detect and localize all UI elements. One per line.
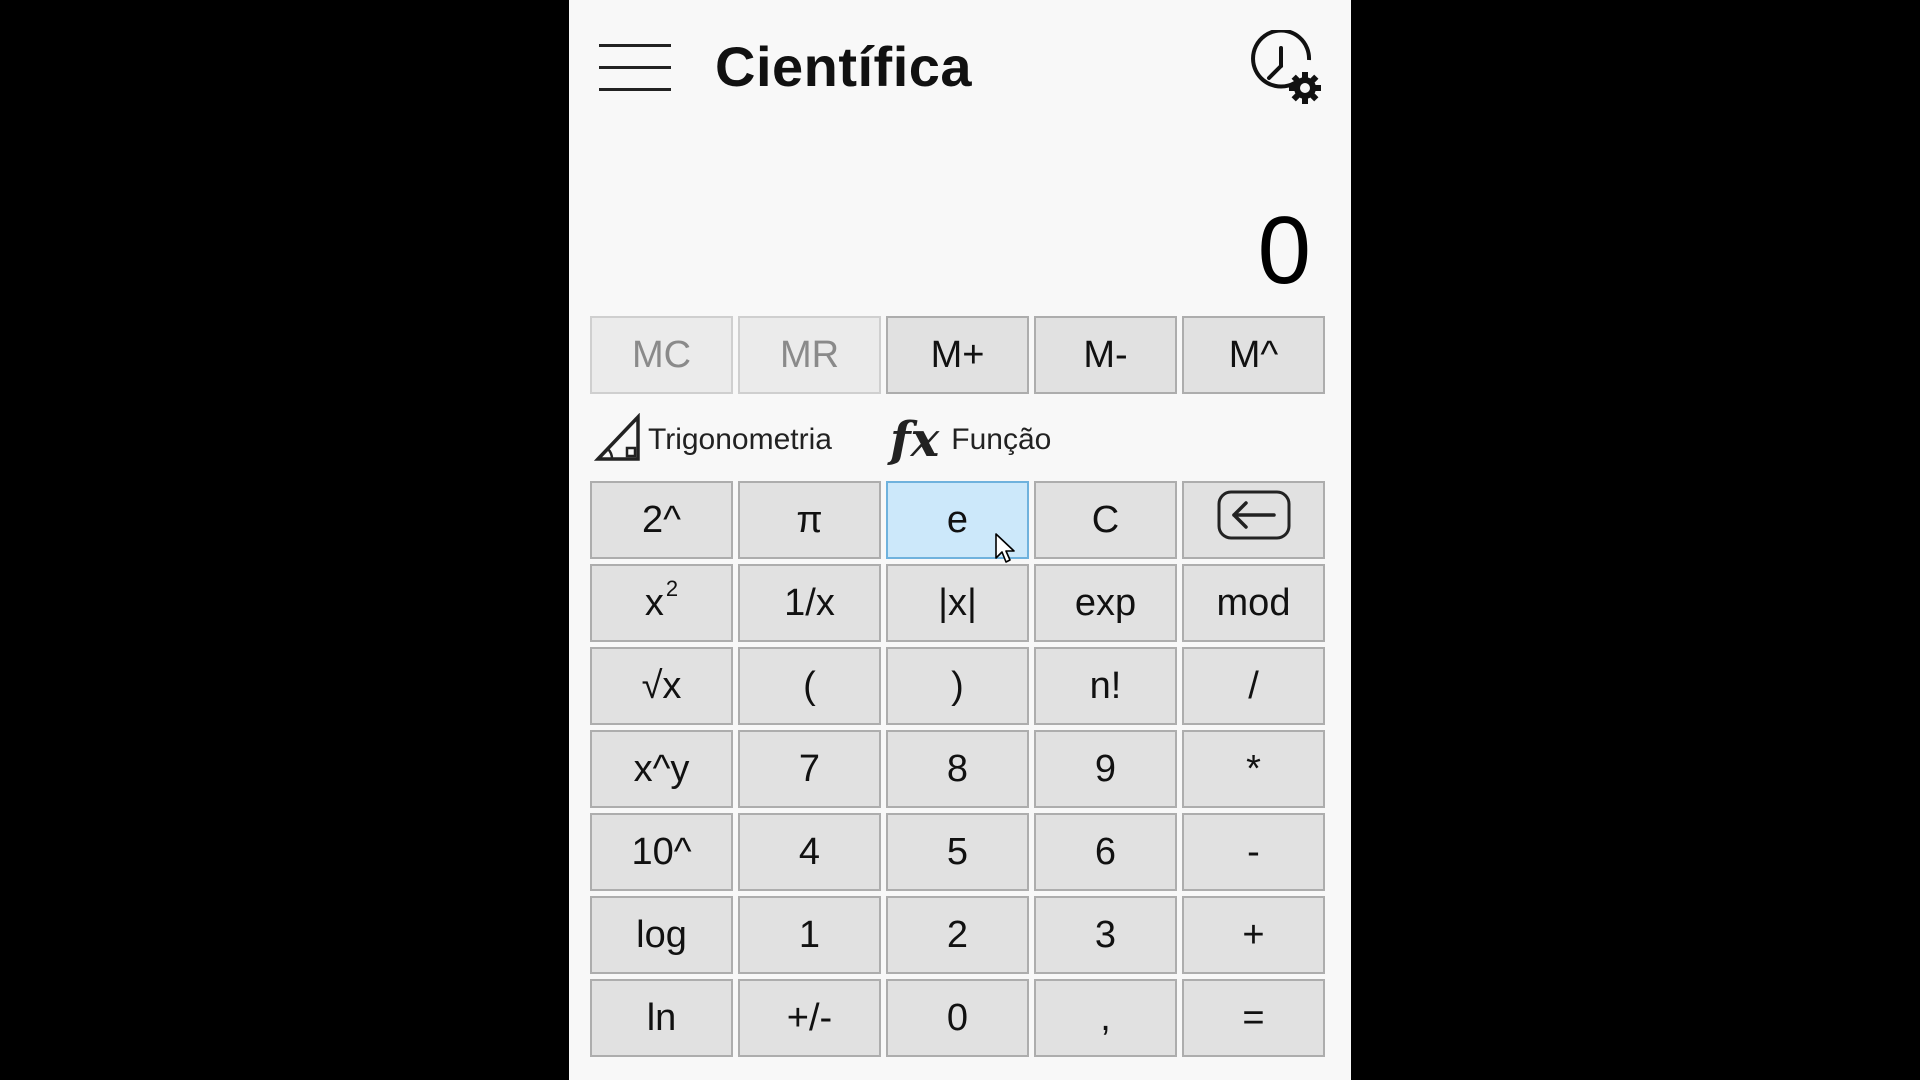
digit-9-button[interactable]: 9: [1034, 730, 1177, 808]
memory-clear-button[interactable]: MC: [590, 316, 733, 394]
divide-button[interactable]: /: [1182, 647, 1325, 725]
digit-5-button[interactable]: 5: [886, 813, 1029, 891]
power-of-ten-button[interactable]: 10^: [590, 813, 733, 891]
multiply-button[interactable]: *: [1182, 730, 1325, 808]
memory-subtract-button[interactable]: M-: [1034, 316, 1177, 394]
fx-icon: fx: [890, 412, 940, 468]
x-power-y-button[interactable]: x^y: [590, 730, 733, 808]
power-of-two-button[interactable]: 2^: [590, 481, 733, 559]
square-root-button[interactable]: √x: [590, 647, 733, 725]
trigonometry-label: Trigonometria: [648, 423, 832, 456]
minus-button[interactable]: -: [1182, 813, 1325, 891]
backspace-arrow-icon: [1216, 489, 1292, 551]
memory-add-button[interactable]: M+: [886, 316, 1029, 394]
function-menu[interactable]: fx Função: [890, 412, 1051, 468]
clear-button[interactable]: C: [1034, 481, 1177, 559]
trigonometry-menu[interactable]: Trigonometria: [593, 412, 832, 468]
square-button[interactable]: x2: [590, 564, 733, 642]
euler-button[interactable]: e: [886, 481, 1029, 559]
page-title: Científica: [715, 35, 973, 98]
digit-8-button[interactable]: 8: [886, 730, 1029, 808]
exp-button[interactable]: exp: [1034, 564, 1177, 642]
function-menu-row: Trigonometria fx Função: [593, 412, 1314, 468]
digit-7-button[interactable]: 7: [738, 730, 881, 808]
triangle-ruler-icon: [593, 412, 642, 468]
left-paren-button[interactable]: (: [738, 647, 881, 725]
equals-button[interactable]: =: [1182, 979, 1325, 1057]
pi-button[interactable]: π: [738, 481, 881, 559]
digit-2-button[interactable]: 2: [886, 896, 1029, 974]
memory-row: MC MR M+ M- M^: [590, 316, 1325, 394]
keypad: 2^ π e C x2 1/x |x| exp mod √x ( ) n! / …: [590, 481, 1325, 1057]
factorial-button[interactable]: n!: [1034, 647, 1177, 725]
digit-6-button[interactable]: 6: [1034, 813, 1177, 891]
decimal-button[interactable]: ,: [1034, 979, 1177, 1057]
memory-recall-button[interactable]: MR: [738, 316, 881, 394]
log-button[interactable]: log: [590, 896, 733, 974]
digit-4-button[interactable]: 4: [738, 813, 881, 891]
digit-1-button[interactable]: 1: [738, 896, 881, 974]
header: Científica: [569, 0, 1351, 140]
result-display: 0: [1257, 197, 1311, 304]
right-paren-button[interactable]: ): [886, 647, 1029, 725]
history-settings-icon[interactable]: [1247, 28, 1327, 110]
digit-0-button[interactable]: 0: [886, 979, 1029, 1057]
negate-button[interactable]: +/-: [738, 979, 881, 1057]
reciprocal-button[interactable]: 1/x: [738, 564, 881, 642]
function-label: Função: [951, 423, 1052, 456]
backspace-button[interactable]: [1182, 481, 1325, 559]
plus-button[interactable]: +: [1182, 896, 1325, 974]
digit-3-button[interactable]: 3: [1034, 896, 1177, 974]
square-base-label: x: [644, 581, 664, 624]
calculator-window: Científica 0 MC MR M+ M- M^ Trigonometri…: [569, 0, 1351, 1080]
ln-button[interactable]: ln: [590, 979, 733, 1057]
square-exponent-label: 2: [665, 576, 679, 601]
memory-list-button[interactable]: M^: [1182, 316, 1325, 394]
absolute-value-button[interactable]: |x|: [886, 564, 1029, 642]
hamburger-menu-icon[interactable]: [599, 40, 671, 96]
mod-button[interactable]: mod: [1182, 564, 1325, 642]
